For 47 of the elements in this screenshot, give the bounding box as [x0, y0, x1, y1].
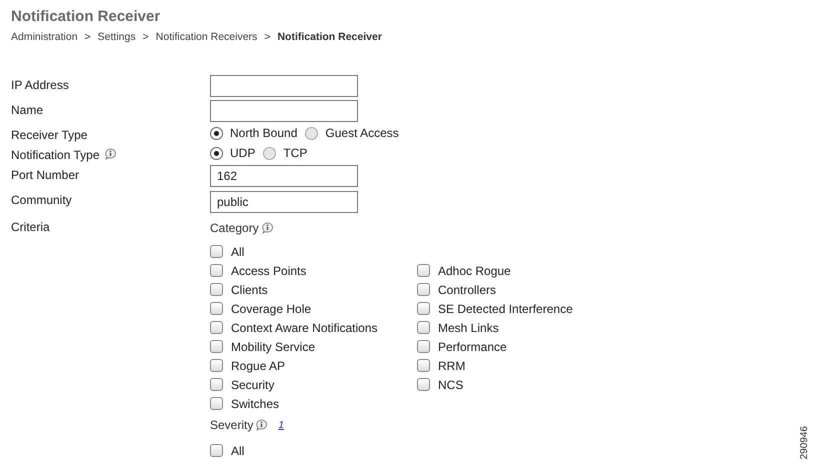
checkbox[interactable]: Coverage Hole	[210, 299, 312, 318]
checkbox[interactable]: Performance	[417, 337, 507, 356]
field-label: IP Address	[11, 78, 69, 92]
radio-button[interactable]: TCP	[263, 146, 308, 160]
radio-button[interactable]: Guest Access	[305, 126, 399, 140]
checkbox[interactable]: Rogue AP	[210, 356, 286, 375]
checkbox[interactable]: Access Points	[210, 261, 306, 280]
section-label: Severity	[210, 418, 254, 432]
checkbox[interactable]: RRM	[417, 356, 466, 375]
breadcrumb-item[interactable]: Administration	[11, 31, 78, 43]
field-label: Receiver Type	[11, 128, 88, 142]
section-label: Category	[210, 221, 259, 235]
info-icon	[255, 419, 268, 431]
breadcrumb-separator: >	[264, 31, 270, 43]
checkbox[interactable]: Adhoc Rogue	[417, 261, 511, 280]
checkbox[interactable]: Mesh Links	[417, 318, 499, 337]
field-label: Name	[11, 103, 44, 117]
input-field[interactable]: 162	[210, 164, 358, 186]
radio-button[interactable]: North Bound	[210, 126, 298, 140]
page-title: Notification Receiver	[11, 8, 162, 27]
checkbox[interactable]: All	[210, 242, 244, 261]
checkbox[interactable]: All	[210, 441, 244, 460]
field-label: Community	[11, 193, 72, 207]
info-icon	[260, 222, 274, 234]
checkbox[interactable]: SE Detected Interference	[417, 299, 573, 318]
checkbox[interactable]: Context Aware Notifications	[210, 318, 378, 337]
breadcrumb-item: Notification Receiver	[277, 31, 382, 43]
field-label: Port Number	[11, 168, 80, 182]
field-label: Criteria	[11, 220, 50, 234]
checkbox[interactable]: Clients	[210, 280, 268, 299]
figure-number: 290946	[799, 426, 810, 459]
input-field[interactable]	[210, 100, 358, 122]
help-link[interactable]: 1	[278, 420, 284, 430]
breadcrumb-item[interactable]: Settings	[98, 31, 136, 43]
checkbox[interactable]: Mobility Service	[210, 337, 316, 356]
checkbox[interactable]: Security	[210, 375, 274, 394]
breadcrumb-separator: >	[142, 31, 149, 43]
breadcrumb-separator: >	[84, 31, 91, 43]
checkbox[interactable]: Switches	[210, 394, 280, 413]
checkbox[interactable]: NCS	[417, 375, 464, 394]
checkbox[interactable]: Controllers	[417, 280, 496, 299]
breadcrumb-item[interactable]: Notification Receivers	[156, 31, 258, 43]
input-field[interactable]	[210, 74, 358, 96]
info-icon	[104, 148, 116, 160]
input-field[interactable]: public	[210, 190, 358, 212]
radio-button[interactable]: UDP	[210, 146, 256, 160]
field-label: Notification Type	[11, 148, 100, 162]
